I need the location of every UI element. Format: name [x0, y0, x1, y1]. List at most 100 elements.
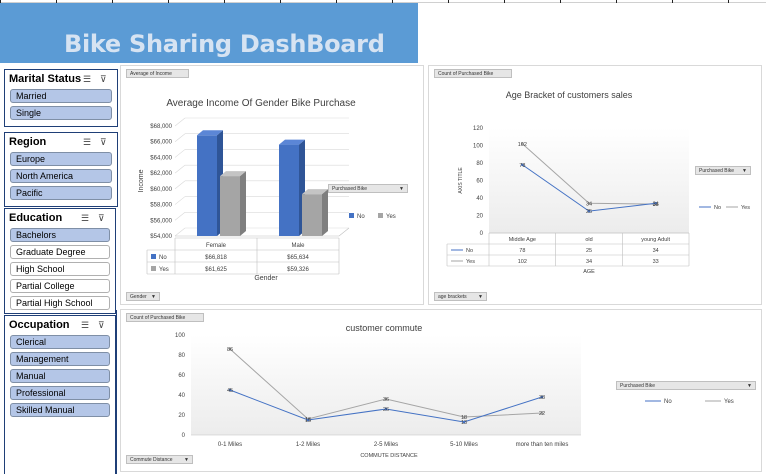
multi-select-icon[interactable]: ☰ [83, 137, 95, 147]
table-cell-value: 78 [519, 248, 525, 254]
income-purchased-bike-filter[interactable]: Purchased Bike [328, 184, 408, 194]
commute-distance-axis-button[interactable]: Commute Distance [126, 455, 193, 465]
slicer-item-graduate-degree[interactable]: Graduate Degree [10, 245, 110, 259]
table-cell-value: $66,818 [205, 255, 227, 261]
multi-select-icon[interactable]: ☰ [83, 74, 95, 84]
slicer-occupation: Occupation ☰ ⊽ Clerical Management Manual Prof… [4, 315, 116, 474]
data-label: 45 [227, 388, 233, 394]
slicer-item-high-school[interactable]: High School [10, 262, 110, 276]
x-tick-label: Male [291, 243, 305, 249]
bar-no-male [279, 144, 299, 236]
age-purchased-bike-filter[interactable]: Purchased Bike [695, 166, 751, 176]
slicer-item-professional[interactable]: Professional [10, 386, 110, 400]
slicer-item-manual[interactable]: Manual [10, 369, 110, 383]
slicer-header: Marital Status [9, 73, 82, 85]
income-gender-axis-button[interactable]: Gender [126, 292, 160, 302]
x-tick-label: old [585, 237, 592, 243]
data-label: 34 [653, 201, 659, 207]
slicer-region: Region ☰ ⊽ Europe North America Pacific [4, 132, 118, 207]
bar-side [322, 189, 328, 236]
gridline-diagonal [174, 149, 186, 158]
table-cell-value: 102 [518, 259, 527, 265]
y-tick-label: $56,000 [150, 218, 172, 224]
y-tick-label: 40 [476, 196, 483, 202]
y-axis-title: Income [138, 169, 145, 192]
gridline-diagonal [174, 227, 186, 237]
age-brackets-axis-button[interactable]: age brackets [434, 292, 487, 302]
y-tick-label: $58,000 [150, 203, 172, 209]
gridline-diagonal [174, 212, 186, 221]
y-tick-label: 80 [476, 161, 483, 167]
chart-title: customer commute [346, 323, 423, 333]
y-tick-label: 80 [178, 353, 185, 359]
slicer-item-skilled-manual[interactable]: Skilled Manual [10, 403, 110, 417]
y-tick-label: 20 [476, 214, 483, 220]
table-cell-value: 34 [586, 259, 592, 265]
data-label: 15 [305, 418, 311, 424]
gridline-diagonal [174, 196, 186, 205]
legend-key-yes [378, 213, 383, 218]
commute-purchased-bike-filter[interactable]: Purchased Bike [616, 381, 756, 391]
clear-filter-icon[interactable]: ⊽ [98, 320, 110, 330]
y-axis-title: AXIS TITLE [458, 167, 464, 194]
legend-label: No [664, 399, 672, 405]
slicer-item-north-america[interactable]: North America [10, 169, 112, 183]
table-series-label: Yes [159, 267, 169, 273]
slicer-item-single[interactable]: Single [10, 106, 112, 120]
y-tick-label: 40 [178, 393, 185, 399]
y-tick-label: 60 [476, 179, 483, 185]
table-legend-key [151, 266, 156, 271]
clear-filter-icon[interactable]: ⊽ [100, 74, 112, 84]
table-cell-value: 33 [653, 259, 659, 265]
x-axis-depth-line [338, 227, 350, 237]
clear-filter-icon[interactable]: ⊽ [98, 213, 110, 223]
bar-yes-female [220, 176, 240, 236]
data-label: 26 [383, 407, 389, 413]
slicer-marital-status: Marital Status ☰ ⊽ Married Single [4, 69, 118, 127]
table-cell-value: $65,634 [287, 255, 309, 261]
table-series-label: Yes [466, 259, 475, 265]
x-tick-label: 1-2 Miles [296, 442, 320, 448]
y-tick-label: 0 [480, 231, 484, 237]
legend-label: Yes [741, 205, 750, 211]
slicer-header: Region [9, 136, 47, 148]
y-tick-label: 100 [175, 333, 186, 339]
slicer-item-partial-college[interactable]: Partial College [10, 279, 110, 293]
slicer-header: Occupation [9, 319, 70, 331]
legend-label: No [714, 205, 721, 211]
y-tick-label: $54,000 [150, 234, 172, 240]
legend-label: Yes [386, 214, 396, 220]
slicer-item-europe[interactable]: Europe [10, 152, 112, 166]
y-tick-label: 0 [182, 433, 186, 439]
x-tick-label: 5-10 Miles [450, 442, 478, 448]
y-tick-label: 100 [473, 144, 484, 150]
age-chart: Age Bracket of customers sales 0 20 40 60 80 1… [446, 90, 750, 275]
table-legend-key [151, 254, 156, 259]
slicer-item-married[interactable]: Married [10, 89, 112, 103]
x-tick-label: 2-5 Miles [374, 442, 398, 448]
data-label: 86 [227, 347, 233, 353]
slicer-item-partial-high-school[interactable]: Partial High School [10, 296, 110, 310]
y-tick-label: $68,000 [150, 124, 172, 130]
y-tick-label: $60,000 [150, 187, 172, 193]
table-cell-value: 34 [653, 248, 659, 254]
multi-select-icon[interactable]: ☰ [81, 213, 93, 223]
bar-side [240, 171, 246, 236]
multi-select-icon[interactable]: ☰ [81, 320, 93, 330]
slicer-item-clerical[interactable]: Clerical [10, 335, 110, 349]
slicer-item-bachelors[interactable]: Bachelors [10, 228, 110, 242]
title-banner: Bike Sharing DashBoard [0, 3, 418, 63]
chart-title: Age Bracket of customers sales [506, 90, 633, 100]
x-tick-label: more than ten miles [516, 442, 569, 448]
clear-filter-icon[interactable]: ⊽ [100, 137, 112, 147]
data-label: 25 [586, 209, 592, 215]
x-tick-label: 0-1 Miles [218, 442, 242, 448]
table-series-label: No [159, 255, 167, 261]
y-tick-label: 60 [178, 373, 185, 379]
commute-chart: customer commute020406080100861636182245… [175, 323, 734, 459]
y-tick-label: $62,000 [150, 171, 172, 177]
bar-no-female [197, 135, 217, 236]
slicer-item-pacific[interactable]: Pacific [10, 186, 112, 200]
bar-yes-male [302, 194, 322, 236]
slicer-item-management[interactable]: Management [10, 352, 110, 366]
